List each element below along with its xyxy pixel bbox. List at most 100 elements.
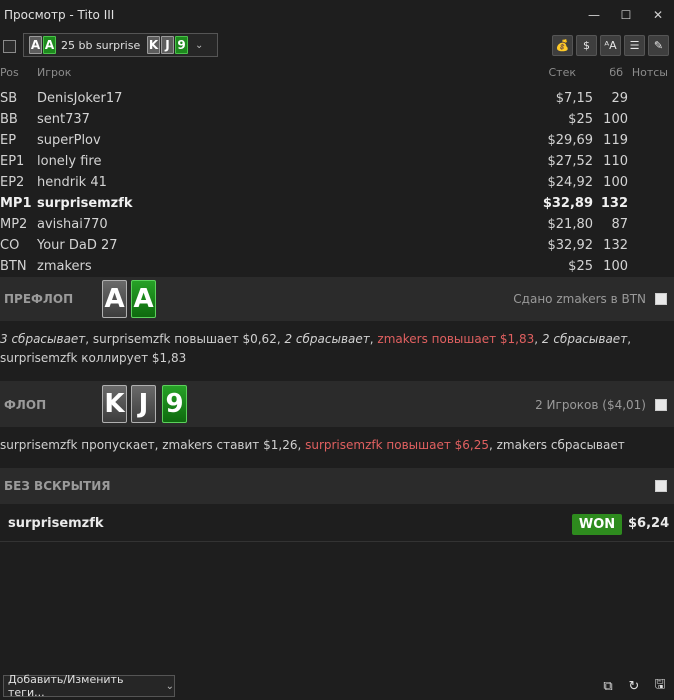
header-pos[interactable]: Pos <box>0 66 19 79</box>
maximize-button[interactable]: ☐ <box>610 0 642 30</box>
preflop-card-1: A <box>102 280 127 318</box>
row-bb: 100 <box>603 259 628 274</box>
table-row[interactable]: EP1 lonely fire $27,52 110 <box>0 151 674 172</box>
flop-note-checkbox[interactable] <box>655 399 667 411</box>
pencil-icon[interactable]: ✎ <box>648 35 669 56</box>
row-stack: $25 <box>568 259 593 274</box>
won-amount: $6,24 <box>628 516 670 531</box>
refresh-icon[interactable]: ↻ <box>623 675 645 697</box>
won-badge: WON <box>572 514 622 535</box>
row-stack: $29,69 <box>547 133 594 148</box>
hand-selector-dropdown[interactable]: A A 25 bb surprisemzfk K J 9 ⌄ <box>23 33 218 57</box>
row-stack: $24,92 <box>547 175 594 190</box>
row-player: zmakers <box>37 259 92 274</box>
preflop-action-call: surprisemzfk коллирует $1,83 <box>0 351 187 365</box>
row-bb: 29 <box>611 91 628 106</box>
row-player: lonely fire <box>37 154 102 169</box>
money-bag-icon[interactable]: 💰 <box>552 35 573 56</box>
table-row[interactable]: MP2 avishai770 $21,80 87 <box>0 214 674 235</box>
row-bb: 100 <box>603 112 628 127</box>
hole-card-2: A <box>43 36 56 54</box>
minimize-button[interactable]: — <box>578 0 610 30</box>
font-size-icon[interactable]: ᴬA <box>600 35 621 56</box>
row-stack: $32,89 <box>542 196 593 211</box>
row-pos: BTN <box>0 259 27 274</box>
row-player: superPlov <box>37 133 101 148</box>
preflop-action-sep: , <box>534 332 542 346</box>
showdown-note-checkbox[interactable] <box>655 480 667 492</box>
tags-dropdown-label: Добавить/Изменить теги... <box>8 673 124 699</box>
flop-action-check-bet: surprisemzfk пропускает, zmakers ставит … <box>0 438 306 452</box>
preflop-actions: 3 сбрасывает, surprisemzfk повышает $0,6… <box>0 330 674 368</box>
window-title: Просмотр - Tito III <box>4 8 115 22</box>
row-pos: MP2 <box>0 217 28 232</box>
table-row-hero[interactable]: MP1 surprisemzfk $32,89 132 <box>0 193 674 214</box>
header-player[interactable]: Игрок <box>37 66 71 79</box>
table-row[interactable]: CO Your DaD 27 $32,92 132 <box>0 235 674 256</box>
row-stack: $32,92 <box>547 238 594 253</box>
row-bb: 119 <box>603 133 628 148</box>
row-pos: EP1 <box>0 154 25 169</box>
flop-section-header: ФЛОП K J 9 2 Игроков ($4,01) <box>0 381 674 427</box>
winner-row: surprisemzfk WON $6,24 <box>0 506 674 542</box>
preflop-action-fold-2: 2 сбрасывает <box>284 332 370 346</box>
row-pos: MP1 <box>0 196 32 211</box>
row-stack: $21,80 <box>547 217 594 232</box>
tags-dropdown[interactable]: Добавить/Изменить теги... ⌄ <box>3 673 175 699</box>
preflop-note-checkbox[interactable] <box>655 293 667 305</box>
list-icon[interactable]: ☰ <box>624 35 645 56</box>
preflop-action-reraise: zmakers повышает $1,83 <box>377 332 535 346</box>
winner-name: surprisemzfk <box>8 516 104 531</box>
row-bb: 110 <box>603 154 628 169</box>
toolbar: A A 25 bb surprisemzfk K J 9 ⌄ 💰 $ ᴬA ☰ … <box>0 32 674 60</box>
row-bb: 132 <box>603 238 628 253</box>
preflop-dealt-note: Сдано zmakers в BTN <box>513 292 646 306</box>
row-bb: 87 <box>611 217 628 232</box>
showdown-title: БЕЗ ВСКРЫТИЯ <box>4 479 111 493</box>
hand-summary: 25 bb surprisemzfk <box>61 38 141 52</box>
row-stack: $7,15 <box>555 91 593 106</box>
row-player: avishai770 <box>37 217 108 232</box>
board-card-2: J <box>161 36 174 54</box>
chevron-down-icon: ⌄ <box>195 39 204 51</box>
hole-card-1: A <box>29 36 42 54</box>
header-stack[interactable]: Стек <box>549 66 577 79</box>
row-stack: $27,52 <box>547 154 594 169</box>
preflop-action-sep: , <box>627 332 632 346</box>
table-row[interactable]: EP superPlov $29,69 119 <box>0 130 674 151</box>
row-bb: 132 <box>600 196 628 211</box>
dollar-icon[interactable]: $ <box>576 35 597 56</box>
save-icon[interactable]: 🖫 <box>649 675 671 697</box>
table-row[interactable]: BB sent737 $25 100 <box>0 109 674 130</box>
player-table-header: Pos Игрок Стек бб Нотсы <box>0 66 674 84</box>
header-bb[interactable]: бб <box>609 66 623 79</box>
row-pos: EP2 <box>0 175 25 190</box>
preflop-title: ПРЕФЛОП <box>4 292 74 306</box>
chevron-down-icon: ⌄ <box>165 680 174 692</box>
table-row[interactable]: EP2 hendrik 41 $24,92 100 <box>0 172 674 193</box>
close-button[interactable]: ✕ <box>642 0 674 30</box>
row-bb: 100 <box>603 175 628 190</box>
table-row[interactable]: BTN zmakers $25 100 <box>0 256 674 277</box>
preflop-card-2: A <box>131 280 156 318</box>
flop-title: ФЛОП <box>4 398 47 412</box>
preflop-action-fold-2b: 2 сбрасывает <box>541 332 628 346</box>
bottom-icons: ⧉ ↻ 🖫 <box>597 675 671 697</box>
title-bar: Просмотр - Tito III — ☐ ✕ <box>0 0 674 30</box>
row-player: hendrik 41 <box>37 175 107 190</box>
row-pos: EP <box>0 133 17 148</box>
bottom-bar: Добавить/Изменить теги... ⌄ ⧉ ↻ 🖫 <box>0 673 674 700</box>
flop-action-fold: , zmakers сбрасывает <box>489 438 625 452</box>
toolbar-icons: 💰 $ ᴬA ☰ ✎ <box>552 35 669 56</box>
flop-pot-note: 2 Игроков ($4,01) <box>535 398 646 412</box>
header-notes[interactable]: Нотсы <box>632 66 668 79</box>
copy-icon[interactable]: ⧉ <box>597 675 619 697</box>
row-player: DenisJoker17 <box>37 91 123 106</box>
select-hand-checkbox[interactable] <box>3 39 16 53</box>
table-row[interactable]: SB DenisJoker17 $7,15 29 <box>0 88 674 109</box>
row-player: sent737 <box>37 112 90 127</box>
flop-card-1: K <box>102 385 127 423</box>
preflop-action-fold-3: 3 сбрасывает <box>0 332 86 346</box>
player-table: SB DenisJoker17 $7,15 29 BB sent737 $25 … <box>0 88 674 277</box>
row-pos: BB <box>0 112 18 127</box>
